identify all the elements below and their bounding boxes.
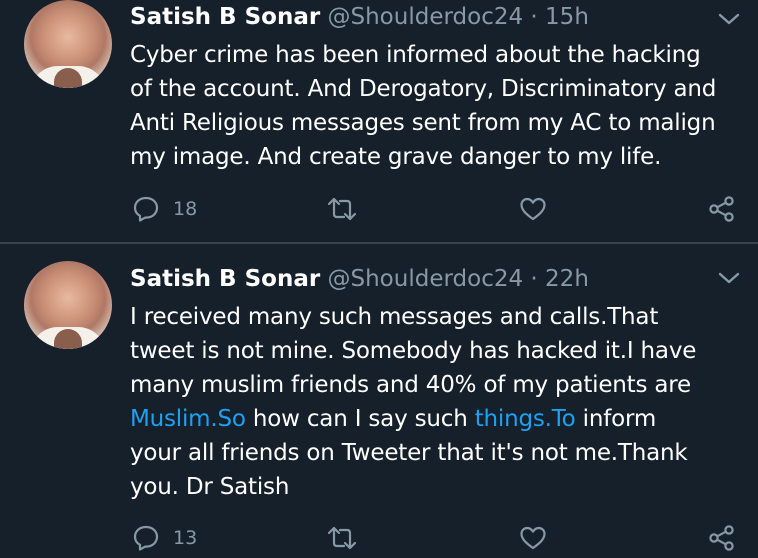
retweet-icon — [327, 526, 357, 550]
reply-icon — [133, 196, 159, 222]
tweet-text-line: tweet is not mine. Somebody has hacked i… — [130, 338, 697, 364]
tweet-text-line: Anti Religious messages sent from my AC … — [130, 110, 716, 136]
like-icon — [520, 526, 546, 550]
reply-button[interactable]: 18 — [131, 194, 197, 224]
auto-link[interactable]: Muslim.So — [130, 406, 246, 432]
time-separator: · — [530, 4, 538, 30]
avatar-neck — [54, 68, 82, 88]
like-button[interactable] — [518, 523, 548, 553]
tweet-time[interactable]: 22h — [545, 266, 589, 292]
tweet-text-fragment: inform — [575, 406, 657, 432]
author-handle[interactable]: @Shoulderdoc24 — [328, 4, 524, 30]
share-icon — [709, 525, 734, 551]
share-icon — [709, 196, 734, 222]
reply-count: 18 — [173, 198, 198, 220]
avatar[interactable] — [24, 0, 112, 88]
reply-count: 13 — [173, 527, 198, 549]
tweet-actions: 13 — [0, 523, 758, 553]
tweet-header: Satish B Sonar @Shoulderdoc24 · 15h — [130, 2, 589, 32]
like-button[interactable] — [518, 194, 548, 224]
retweet-button[interactable] — [326, 523, 358, 553]
reply-button[interactable]: 13 — [131, 523, 197, 553]
author-handle[interactable]: @Shoulderdoc24 — [328, 266, 524, 292]
chevron-down-icon[interactable] — [716, 269, 742, 287]
author-name[interactable]: Satish B Sonar — [130, 4, 320, 30]
retweet-icon — [327, 197, 357, 221]
tweet-text-line: Cyber crime has been informed about the … — [130, 42, 701, 68]
tweet-text-line: I received many such messages and calls.… — [130, 304, 659, 330]
auto-link[interactable]: things.To — [475, 406, 576, 432]
tweet-text-line: you. Dr Satish — [130, 474, 290, 500]
tweet-header: Satish B Sonar @Shoulderdoc24 · 22h — [130, 264, 589, 294]
tweet-text-line: many muslim friends and 40% of my patien… — [130, 372, 691, 398]
tweet-text: I received many such messages and calls.… — [130, 300, 750, 504]
tweet[interactable]: Satish B Sonar @Shoulderdoc24 · 22h I re… — [0, 244, 758, 558]
tweet-text-line: Muslim.So how can I say such things.To i… — [130, 402, 750, 436]
time-separator: · — [530, 266, 538, 292]
tweet-text-line: my image. And create grave danger to my … — [130, 144, 662, 170]
avatar[interactable] — [24, 261, 112, 349]
retweet-button[interactable] — [326, 194, 358, 224]
author-name[interactable]: Satish B Sonar — [130, 266, 320, 292]
tweet[interactable]: Satish B Sonar @Shoulderdoc24 · 15h Cybe… — [0, 0, 758, 242]
share-button[interactable] — [707, 523, 737, 553]
tweet-actions: 18 — [0, 194, 758, 224]
tweet-text-fragment: how can I say such — [245, 406, 475, 432]
avatar-neck — [54, 329, 82, 349]
tweet-text: Cyber crime has been informed about the … — [130, 38, 750, 174]
reply-icon — [133, 525, 159, 551]
chevron-down-icon[interactable] — [716, 10, 742, 28]
tweet-time[interactable]: 15h — [545, 4, 589, 30]
share-button[interactable] — [707, 194, 737, 224]
tweet-text-line: your all friends on Tweeter that it's no… — [130, 440, 688, 466]
tweet-text-line: of the account. And Derogatory, Discrimi… — [130, 76, 717, 102]
like-icon — [520, 197, 546, 221]
